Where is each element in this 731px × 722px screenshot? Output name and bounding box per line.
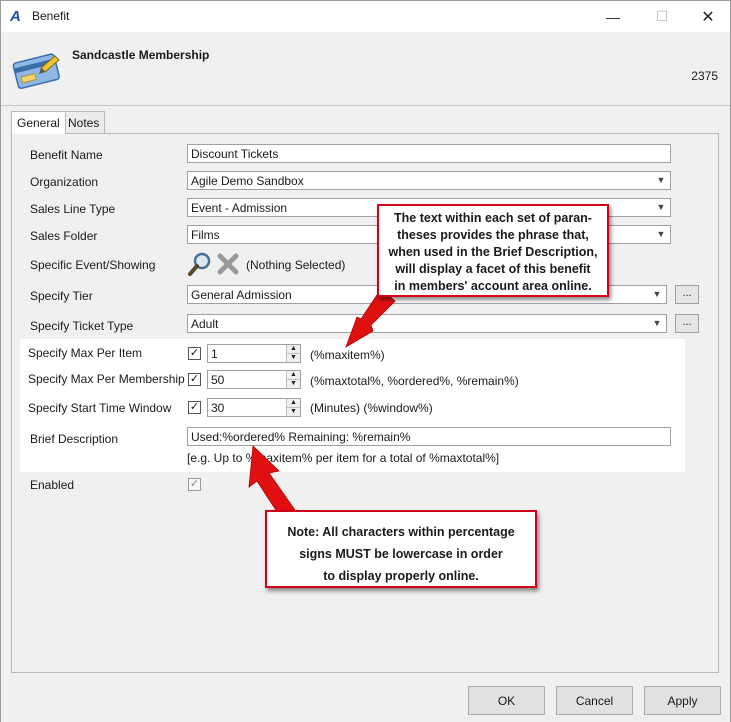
cancel-button[interactable]: Cancel bbox=[556, 686, 633, 715]
specific-event-label: Specific Event/Showing bbox=[30, 258, 156, 272]
organization-value: Agile Demo Sandbox bbox=[191, 174, 304, 188]
start-time-window-stepper[interactable]: 30 ▲ ▼ bbox=[207, 398, 301, 417]
callout-line: theses provides the phrase that, bbox=[397, 228, 589, 242]
brief-description-label: Brief Description bbox=[30, 432, 119, 446]
benefit-name-input[interactable]: Discount Tickets bbox=[187, 144, 671, 163]
start-time-window-checkbox[interactable]: ✓ bbox=[188, 401, 201, 414]
clear-icon[interactable] bbox=[216, 252, 240, 276]
app-logo-icon: A bbox=[10, 8, 21, 25]
start-time-window-value: 30 bbox=[211, 401, 225, 415]
enabled-label: Enabled bbox=[30, 478, 75, 492]
callout-line: when used in the Brief Description, bbox=[388, 245, 598, 259]
max-per-item-checkbox[interactable]: ✓ bbox=[188, 347, 201, 360]
max-per-item-stepper[interactable]: 1 ▲ ▼ bbox=[207, 344, 301, 363]
stepper-buttons[interactable]: ▲ ▼ bbox=[286, 345, 300, 362]
stepper-buttons[interactable]: ▲ ▼ bbox=[286, 371, 300, 388]
max-per-item-token-hint: (%maxitem%) bbox=[310, 348, 385, 362]
arrow-up-icon[interactable]: ▲ bbox=[287, 399, 300, 407]
benefit-title: Sandcastle Membership bbox=[72, 48, 210, 62]
callout-line: The text within each set of paran- bbox=[394, 211, 592, 225]
chevron-down-icon[interactable]: ▼ bbox=[654, 227, 668, 242]
title-bar: A Benefit — ☐ ✕ bbox=[1, 1, 730, 32]
arrow-up-icon[interactable]: ▲ bbox=[287, 345, 300, 353]
brief-description-example: [e.g. Up to %maxitem% per item for a tot… bbox=[187, 451, 500, 465]
callout-line: in members' account area online. bbox=[394, 279, 592, 293]
max-per-item-label: Specify Max Per Item bbox=[28, 346, 143, 360]
max-per-membership-token-hint: (%maxtotal%, %ordered%, %remain%) bbox=[310, 374, 519, 388]
sales-line-type-value: Event - Admission bbox=[191, 201, 288, 215]
window-title: Benefit bbox=[32, 9, 70, 23]
sales-folder-label: Sales Folder bbox=[30, 229, 98, 243]
stepper-buttons[interactable]: ▲ ▼ bbox=[286, 399, 300, 416]
apply-button[interactable]: Apply bbox=[644, 686, 721, 715]
organization-select[interactable]: Agile Demo Sandbox ▼ bbox=[187, 171, 671, 190]
chevron-down-icon[interactable]: ▼ bbox=[654, 173, 668, 188]
ticket-type-label: Specify Ticket Type bbox=[30, 319, 134, 333]
sales-folder-value: Films bbox=[191, 228, 220, 242]
callout-line: will display a facet of this benefit bbox=[395, 262, 591, 276]
close-button[interactable]: ✕ bbox=[685, 1, 731, 32]
sales-line-type-label: Sales Line Type bbox=[30, 202, 116, 216]
benefit-header: Sandcastle Membership 2375 bbox=[1, 32, 730, 104]
callout-line: Note: All characters within percentage bbox=[287, 525, 515, 539]
lowercase-note-callout: Note: All characters within percentage s… bbox=[265, 510, 537, 588]
max-per-item-value: 1 bbox=[211, 347, 218, 361]
arrow-down-icon[interactable]: ▼ bbox=[287, 407, 300, 415]
arrow-up-icon[interactable]: ▲ bbox=[287, 371, 300, 379]
benefit-id: 2375 bbox=[691, 69, 718, 83]
enabled-checkbox[interactable]: ✓ bbox=[188, 478, 201, 491]
specific-event-value: (Nothing Selected) bbox=[246, 258, 346, 272]
brief-description-input[interactable]: Used:%ordered% Remaining: %remain% bbox=[187, 427, 671, 446]
header-divider bbox=[1, 105, 730, 106]
search-icon[interactable] bbox=[187, 251, 213, 277]
benefit-name-label: Benefit Name bbox=[30, 148, 103, 162]
chevron-down-icon[interactable]: ▼ bbox=[650, 316, 664, 331]
benefit-dialog: A Benefit — ☐ ✕ Sandcastle Membership 23… bbox=[0, 0, 731, 722]
max-per-membership-value: 50 bbox=[211, 373, 225, 387]
ticket-type-value: Adult bbox=[191, 317, 219, 331]
max-per-membership-stepper[interactable]: 50 ▲ ▼ bbox=[207, 370, 301, 389]
chevron-down-icon[interactable]: ▼ bbox=[654, 200, 668, 215]
callout-line: to display properly online. bbox=[323, 569, 479, 583]
tab-general[interactable]: General bbox=[11, 111, 66, 134]
start-time-window-label: Specify Start Time Window bbox=[28, 401, 172, 415]
tab-notes[interactable]: Notes bbox=[62, 111, 106, 133]
ticket-type-browse-button[interactable]: ... bbox=[675, 314, 699, 333]
max-per-membership-checkbox[interactable]: ✓ bbox=[188, 373, 201, 386]
maximize-button[interactable]: ☐ bbox=[639, 1, 685, 32]
ok-button[interactable]: OK bbox=[468, 686, 545, 715]
minimize-button[interactable]: — bbox=[590, 1, 636, 32]
callout-line: signs MUST be lowercase in order bbox=[299, 547, 503, 561]
specify-tier-value: General Admission bbox=[191, 288, 292, 302]
specify-tier-label: Specify Tier bbox=[30, 289, 93, 303]
arrow-down-icon[interactable]: ▼ bbox=[287, 379, 300, 387]
start-time-window-token-hint: (Minutes) (%window%) bbox=[310, 401, 433, 415]
arrow-down-icon[interactable]: ▼ bbox=[287, 353, 300, 361]
max-per-membership-label: Specify Max Per Membership bbox=[28, 372, 185, 386]
specify-tier-browse-button[interactable]: ... bbox=[675, 285, 699, 304]
membership-card-icon bbox=[12, 53, 60, 90]
chevron-down-icon[interactable]: ▼ bbox=[650, 287, 664, 302]
organization-label: Organization bbox=[30, 175, 99, 189]
ticket-type-select[interactable]: Adult ▼ bbox=[187, 314, 667, 333]
token-explanation-callout: The text within each set of paran- these… bbox=[377, 204, 609, 297]
